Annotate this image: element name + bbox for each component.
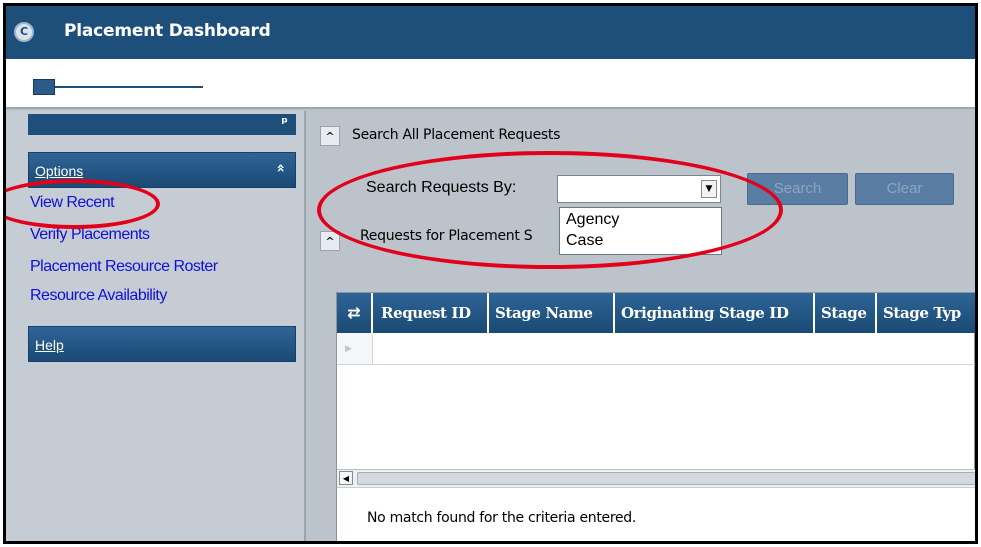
row-indicator-icon: ▶ xyxy=(337,333,373,365)
app-window: C Placement Dashboard ᵖ Options « View R… xyxy=(3,3,978,544)
column-header-stage-name[interactable]: Stage Name xyxy=(489,293,615,333)
dropdown-option-case[interactable]: Case xyxy=(566,232,603,250)
search-by-dropdown-list: Agency Case xyxy=(559,207,722,255)
search-section-title: Search All Placement Requests xyxy=(352,127,561,143)
sidebar: ᵖ Options « View Recent Verify Placement… xyxy=(6,111,306,541)
slider-bar xyxy=(6,59,975,109)
collapse-icon[interactable]: « xyxy=(272,163,288,172)
requests-grid: ⇄ Request ID Stage Name Originating Stag… xyxy=(336,292,975,541)
requests-section-toggle-icon[interactable]: ^ xyxy=(320,231,340,251)
sidebar-link-view-recent[interactable]: View Recent xyxy=(30,194,115,212)
app-logo-icon: C xyxy=(14,22,34,42)
search-button[interactable]: Search xyxy=(747,173,848,205)
options-panel-header[interactable]: Options « xyxy=(28,152,296,188)
search-section-toggle-icon[interactable]: ^ xyxy=(320,126,340,146)
horizontal-scrollbar[interactable]: ◀ xyxy=(337,469,975,487)
column-header-request-id[interactable]: Request ID xyxy=(375,293,489,333)
slider-thumb[interactable] xyxy=(33,79,55,95)
scroll-left-icon[interactable]: ◀ xyxy=(339,471,353,485)
sort-columns-icon[interactable]: ⇄ xyxy=(337,293,373,333)
column-header-stage-type[interactable]: Stage Typ xyxy=(877,293,975,333)
dropdown-option-agency[interactable]: Agency xyxy=(566,211,619,229)
sidebar-pin-header: ᵖ xyxy=(28,114,296,135)
grid-header: ⇄ Request ID Stage Name Originating Stag… xyxy=(337,293,975,333)
search-by-select[interactable]: ▼ xyxy=(557,175,721,203)
scrollbar-thumb[interactable] xyxy=(357,472,975,485)
column-header-stage[interactable]: Stage xyxy=(815,293,877,333)
sidebar-link-verify-placements[interactable]: Verify Placements xyxy=(30,226,150,244)
clear-button[interactable]: Clear xyxy=(855,173,954,205)
title-bar: C Placement Dashboard xyxy=(6,6,975,59)
options-header-label: Options xyxy=(35,163,84,179)
chevron-down-icon[interactable]: ▼ xyxy=(701,180,717,198)
help-panel-header[interactable]: Help xyxy=(28,326,296,362)
table-row[interactable] xyxy=(373,333,975,365)
help-header-label: Help xyxy=(35,337,64,353)
column-header-originating-stage-id[interactable]: Originating Stage ID xyxy=(615,293,815,333)
search-by-label: Search Requests By: xyxy=(366,179,517,196)
grid-status-text: No match found for the criteria entered. xyxy=(367,510,637,526)
sidebar-link-resource-availability[interactable]: Resource Availability xyxy=(30,287,167,305)
main-content: ^ Search All Placement Requests Search R… xyxy=(308,111,975,541)
window-title: Placement Dashboard xyxy=(64,21,271,41)
slider-track[interactable] xyxy=(55,86,203,88)
grid-status-bar: No match found for the criteria entered. xyxy=(337,487,975,541)
sidebar-link-placement-resource-roster[interactable]: Placement Resource Roster xyxy=(30,258,218,276)
pin-icon[interactable]: ᵖ xyxy=(281,115,288,131)
requests-section-title: Requests for Placement S xyxy=(360,228,533,244)
